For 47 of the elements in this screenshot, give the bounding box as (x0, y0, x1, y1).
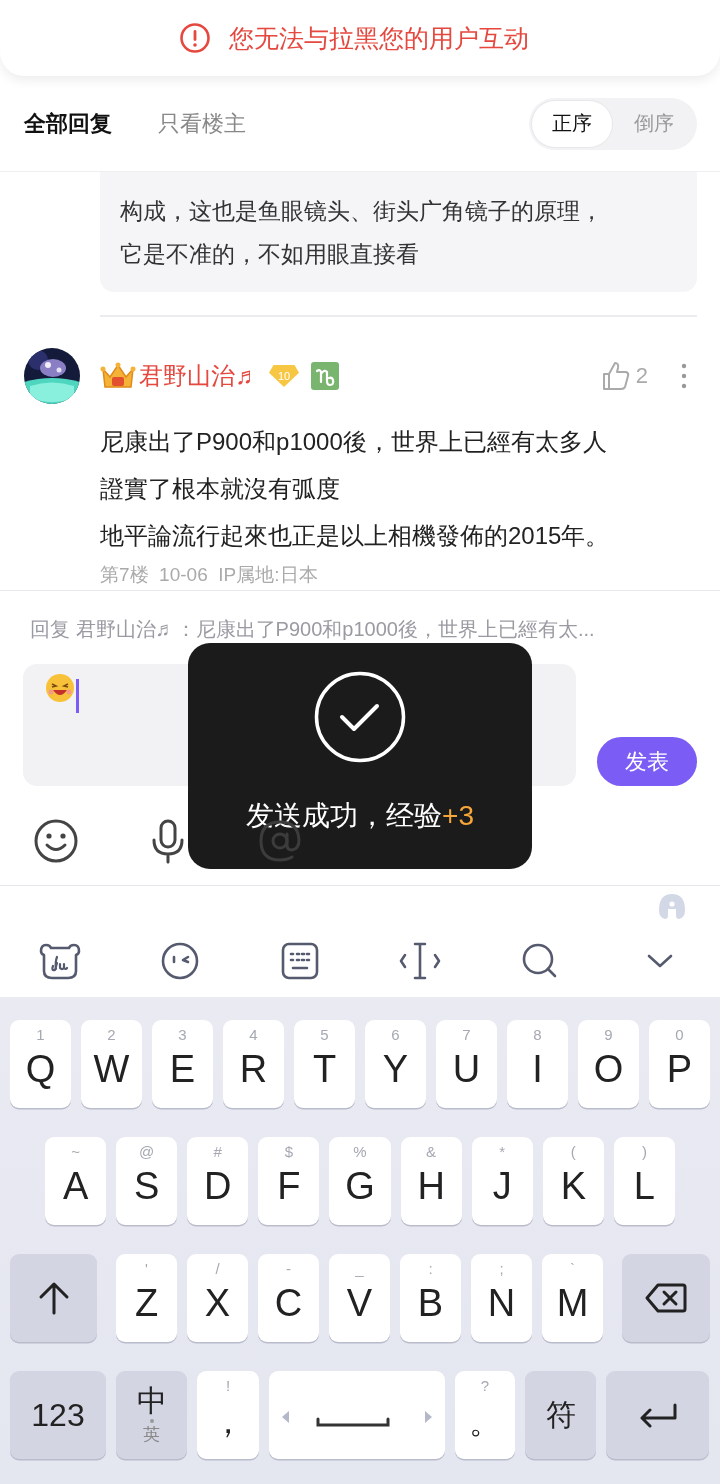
level-badge: 10 (269, 365, 299, 387)
comment-meta: 第7楼 10-06 IP属地:日本 (100, 563, 319, 587)
alert-text: 您无法与拉黑您的用户互动 (229, 22, 529, 54)
letter-key[interactable]: % G (329, 1137, 391, 1225)
letter-key[interactable]: / X (187, 1254, 248, 1342)
like-count: 2 (635, 363, 648, 389)
letter-key[interactable]: * J (471, 1137, 533, 1225)
experience-bonus: +3 (442, 800, 474, 831)
letter-key[interactable]: 9 O (578, 1020, 639, 1108)
quote-text: 它是不准的，不如用眼直接看 (120, 240, 420, 269)
comment-text: 尼康出了P900和p1000後，世界上已經有太多人 (100, 427, 608, 457)
letter-key[interactable]: ( K (542, 1137, 604, 1225)
letter-key[interactable]: 3 E (152, 1020, 213, 1108)
letter-key[interactable]: _ V (329, 1254, 390, 1342)
reply-target: 回复 君野山治♬：尼康出了P900和p1000後，世界上已經有太... (29, 617, 596, 641)
filter-tab[interactable]: 只看楼主 (158, 108, 246, 139)
letter-key[interactable]: 2 W (81, 1020, 142, 1108)
letter-key[interactable]: ` M (542, 1254, 603, 1342)
symbols-key[interactable]: 符 (525, 1371, 596, 1459)
letter-key[interactable]: & H (400, 1137, 462, 1225)
letter-key[interactable]: 6 Y (365, 1020, 426, 1108)
send-button[interactable]: 发表 (597, 737, 697, 786)
punctuation-key[interactable]: ? 。 (455, 1371, 515, 1459)
letter-key[interactable]: : B (400, 1254, 461, 1342)
comment-text: 證實了根本就沒有弧度 (100, 474, 341, 504)
letter-key[interactable]: ; N (471, 1254, 532, 1342)
filter-tab[interactable]: 全部回复 (24, 108, 112, 139)
quote-text: 构成，这也是鱼眼镜头、街头广角镜子的原理， (120, 197, 604, 226)
letter-key[interactable]: @ S (116, 1137, 178, 1225)
sort-option[interactable]: 正序 (531, 99, 613, 148)
language-key[interactable]: 中 英 (116, 1371, 187, 1459)
author-name[interactable]: 君野山治♬ (139, 360, 259, 392)
numbers-key[interactable]: 123 (10, 1371, 106, 1459)
punctuation-key[interactable]: ! ， (197, 1371, 259, 1459)
letter-key[interactable]: 7 U (436, 1020, 497, 1108)
letter-key[interactable]: 0 P (649, 1020, 710, 1108)
comment-text: 地平論流行起來也正是以上相機發佈的2015年。 (100, 521, 611, 551)
letter-key[interactable]: ' Z (116, 1254, 177, 1342)
letter-key[interactable]: ~ A (45, 1137, 107, 1225)
letter-key[interactable]: - C (258, 1254, 319, 1342)
letter-key[interactable]: # D (187, 1137, 249, 1225)
letter-key[interactable]: $ F (258, 1137, 320, 1225)
letter-key[interactable]: 8 I (507, 1020, 568, 1108)
letter-key[interactable]: 4 R (223, 1020, 284, 1108)
letter-key[interactable]: ) L (613, 1137, 675, 1225)
letter-key[interactable]: 5 T (294, 1020, 355, 1108)
letter-key[interactable]: 1 Q (10, 1020, 71, 1108)
